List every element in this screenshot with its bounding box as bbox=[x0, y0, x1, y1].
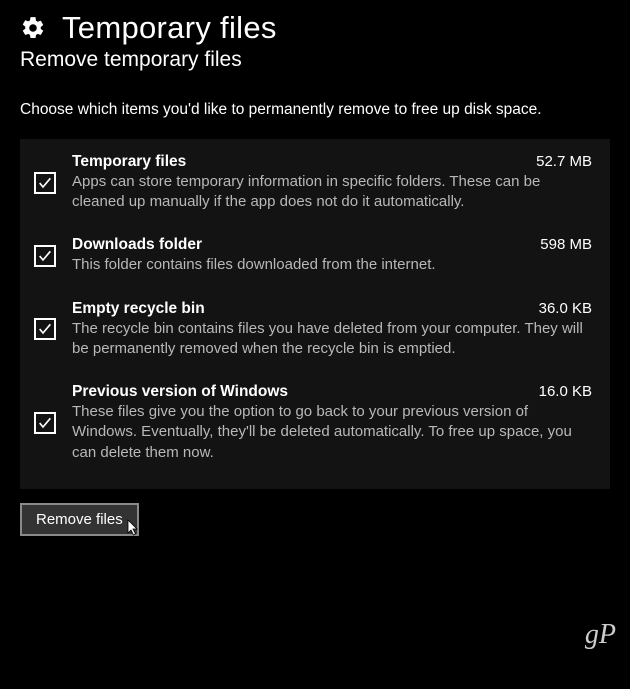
item-size: 598 MB bbox=[540, 236, 592, 253]
checkbox-temporary-files[interactable] bbox=[34, 172, 56, 194]
cursor-icon bbox=[127, 519, 139, 537]
button-label: Remove files bbox=[36, 511, 123, 528]
item-size: 52.7 MB bbox=[536, 153, 592, 170]
intro-text: Choose which items you'd like to permane… bbox=[20, 100, 610, 121]
checkbox-recycle-bin[interactable] bbox=[34, 318, 56, 340]
list-item: Temporary files 52.7 MB Apps can store t… bbox=[34, 153, 592, 213]
item-title: Empty recycle bin bbox=[72, 300, 205, 318]
item-description: The recycle bin contains files you have … bbox=[72, 319, 592, 360]
item-title: Temporary files bbox=[72, 153, 186, 171]
list-item: Empty recycle bin 36.0 KB The recycle bi… bbox=[34, 300, 592, 360]
list-item: Previous version of Windows 16.0 KB Thes… bbox=[34, 383, 592, 463]
item-description: Apps can store temporary information in … bbox=[72, 172, 592, 213]
gear-icon bbox=[20, 15, 46, 41]
page-subtitle: Remove temporary files bbox=[20, 48, 610, 72]
item-description: This folder contains files downloaded fr… bbox=[72, 255, 592, 275]
item-title: Downloads folder bbox=[72, 236, 202, 254]
page-header: Temporary files bbox=[20, 10, 610, 46]
checkbox-downloads-folder[interactable] bbox=[34, 245, 56, 267]
list-item: Downloads folder 598 MB This folder cont… bbox=[34, 236, 592, 275]
remove-files-button[interactable]: Remove files bbox=[20, 503, 139, 536]
item-size: 16.0 KB bbox=[539, 383, 592, 400]
watermark: gP bbox=[585, 619, 616, 651]
item-title: Previous version of Windows bbox=[72, 383, 288, 401]
file-list-panel: Temporary files 52.7 MB Apps can store t… bbox=[20, 139, 610, 489]
page-title: Temporary files bbox=[62, 10, 277, 46]
checkbox-previous-windows[interactable] bbox=[34, 412, 56, 434]
item-size: 36.0 KB bbox=[539, 300, 592, 317]
item-description: These files give you the option to go ba… bbox=[72, 402, 592, 463]
